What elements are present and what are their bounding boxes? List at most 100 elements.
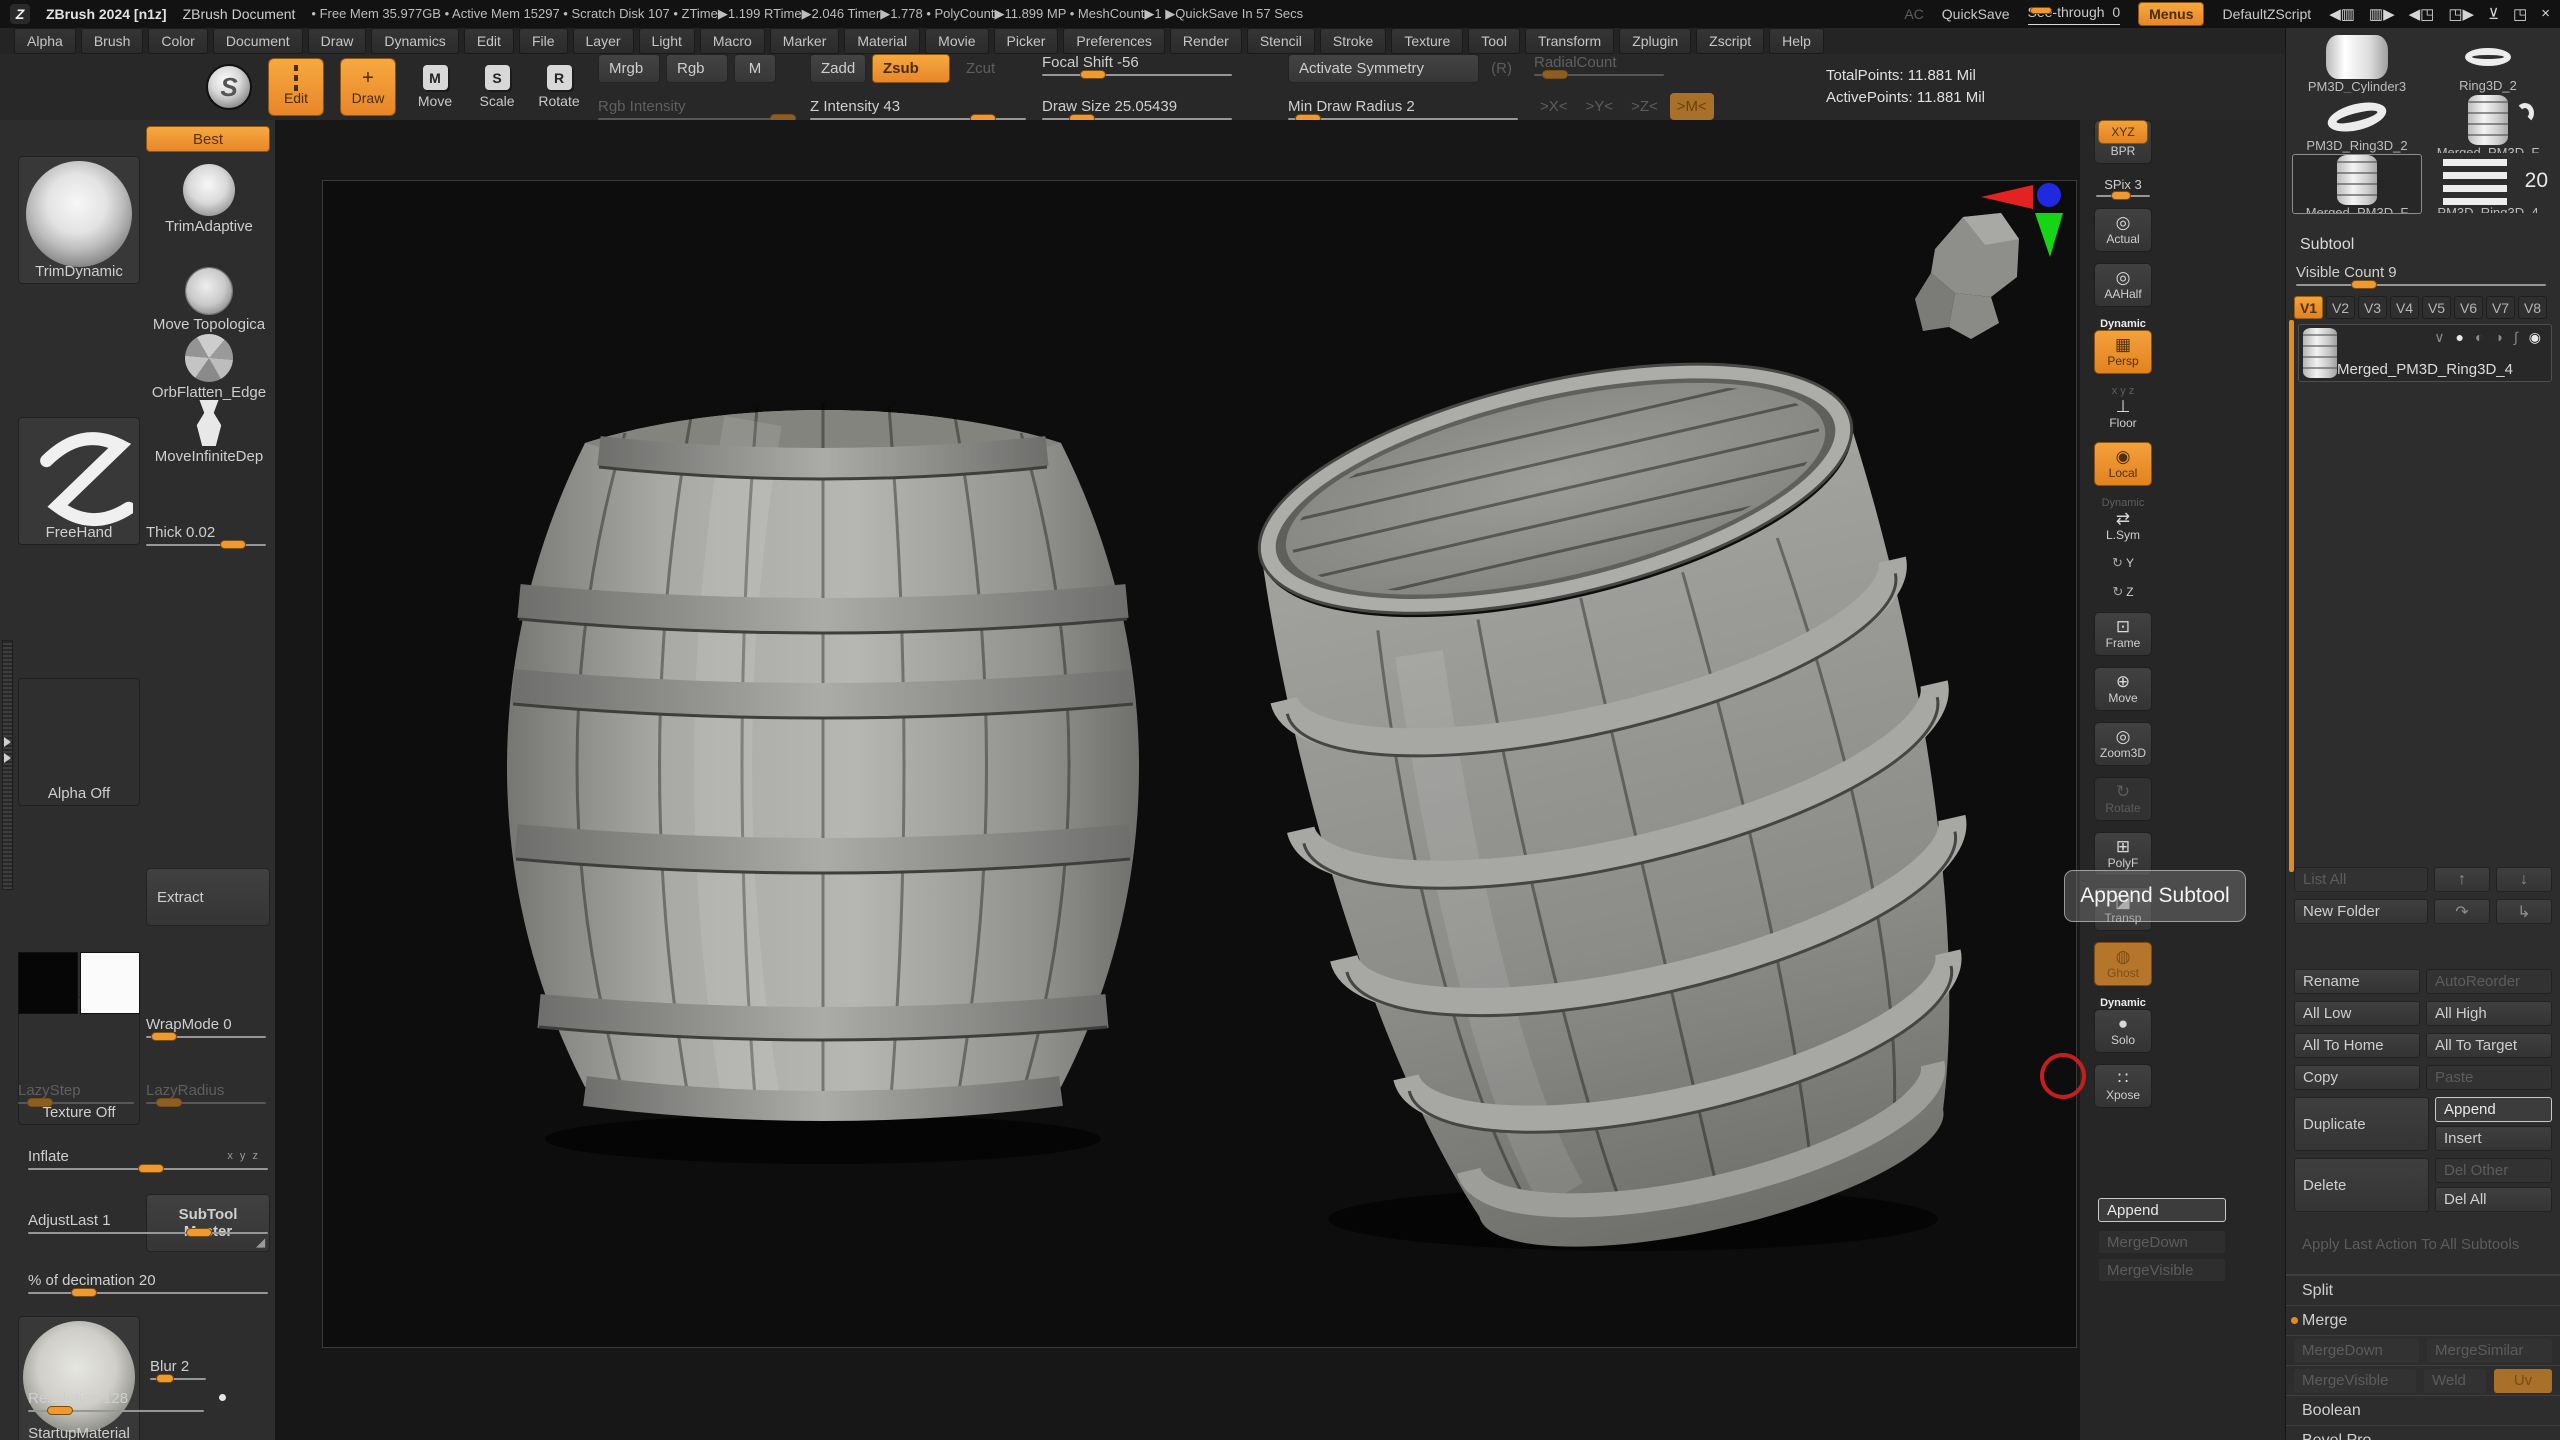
menu-item[interactable]: Marker [770,28,840,54]
menu-item[interactable]: Document [213,28,303,54]
dock-right-icon[interactable]: ◳▶ [2448,5,2474,23]
z-intensity-slider[interactable]: Z Intensity 43 [810,98,1026,120]
menu-item[interactable]: Picker [994,28,1059,54]
dock-left-icon[interactable]: ◀◳ [2409,5,2435,23]
brush-trim-dynamic[interactable]: TrimDynamic [18,156,140,284]
viewport-canvas[interactable] [275,120,2080,1440]
subtool-visibility-tab[interactable]: V6 [2454,296,2483,319]
menu-item[interactable]: Stencil [1247,28,1315,54]
auto-reorder-button[interactable]: AutoReorder [2426,969,2552,994]
move-button[interactable]: M Move [412,65,458,109]
move-up-button[interactable]: ↑ [2434,867,2490,892]
lazy-step-slider[interactable]: LazyStep [18,1082,134,1104]
menu-item[interactable]: Draw [308,28,367,54]
uv-button[interactable]: Uv [2494,1369,2552,1393]
see-through-slider[interactable]: See-through 0 [2028,4,2121,25]
radial-count-slider[interactable]: RadialCount [1534,54,1664,76]
merge-visible-button[interactable]: MergeVisible [2294,1369,2416,1393]
visible-count-slider[interactable]: Visible Count 9 [2296,264,2546,286]
move-into-button[interactable]: ↳ [2496,899,2552,924]
shelf-button[interactable]: Dynamic ▦ Persp [2094,318,2152,374]
close-icon[interactable]: × [2541,5,2550,23]
menu-item[interactable]: Light [639,28,695,54]
collapse-right-icon[interactable]: ▥▶ [2369,5,2395,23]
edit-button[interactable]: Edit [268,58,324,116]
tool-thumbnail[interactable]: PM3D_Ring3D_2 [2292,94,2422,154]
menu-item[interactable]: Layer [573,28,634,54]
tool-thumbnail[interactable]: Ring3D_2 [2423,34,2553,94]
subtool-visibility-tab[interactable]: V7 [2486,296,2515,319]
tool-thumbnail[interactable]: Merged_PM3D_F [2423,94,2553,154]
apply-last-action-button[interactable]: Apply Last Action To All Subtools [2294,1230,2552,1258]
split-section[interactable]: Split [2286,1275,2560,1305]
resolution-slider[interactable]: Resolution 128 [28,1390,204,1412]
rename-button[interactable]: Rename [2294,969,2420,994]
menu-item[interactable]: Zplugin [1619,28,1691,54]
menu-item[interactable]: Preferences [1063,28,1164,54]
scale-button[interactable]: S Scale [474,65,520,109]
default-zscript-button[interactable]: DefaultZScript [2222,6,2311,22]
merge-visible-flyout-button[interactable]: MergeVisible [2098,1258,2226,1282]
new-folder-button[interactable]: New Folder [2294,899,2428,924]
subtool-scrollbar[interactable] [2289,320,2294,872]
menu-item[interactable]: Render [1170,28,1242,54]
subtool-pin-icon[interactable]: ∨ [2434,329,2444,346]
menu-item[interactable]: Movie [925,28,988,54]
document-area[interactable] [322,180,2077,1348]
move-out-button[interactable]: ↷ [2434,899,2490,924]
insert-button[interactable]: Insert [2435,1126,2552,1151]
alpha-off-selector[interactable]: Alpha Off [18,678,140,806]
secondary-color-swatch[interactable] [80,952,140,1014]
menu-item[interactable]: Dynamics [371,28,458,54]
move-down-button[interactable]: ↓ [2496,867,2552,892]
brush-move-infinite-depth[interactable]: MoveInfiniteDep [146,400,272,465]
append-flyout-button[interactable]: Append [2098,1198,2226,1222]
material-startup[interactable]: StartupMaterial [18,1316,140,1440]
shelf-button[interactable]: ↻ Rotate [2094,777,2152,821]
subtool-visibility-tab[interactable]: V4 [2390,296,2419,319]
shelf-button[interactable]: Dynamic ⇄ L.Sym [2094,497,2152,543]
subtool-visibility-tab[interactable]: V2 [2326,296,2355,319]
rgb-button[interactable]: Rgb [666,54,728,83]
dynamesh-blur-slider[interactable]: Blur 2 [150,1358,206,1380]
paste-button[interactable]: Paste [2426,1065,2552,1090]
shelf-button[interactable]: ↻ Z [2094,583,2152,601]
weld-button[interactable]: Weld [2424,1369,2486,1393]
all-to-home-button[interactable]: All To Home [2294,1033,2420,1058]
menu-item[interactable]: Help [1769,28,1824,54]
rotate-button[interactable]: R Rotate [536,65,582,109]
all-high-button[interactable]: All High [2426,1001,2552,1026]
y-symmetry-button[interactable]: >Y< [1580,98,1620,115]
brush-move-topological[interactable]: Move Topologica [146,268,272,333]
restore-icon[interactable]: ◳ [2513,5,2527,23]
draw-button[interactable]: + Draw [340,58,396,116]
lazy-radius-slider[interactable]: LazyRadius [146,1082,266,1104]
decimation-slider[interactable]: % of decimation 20 [28,1272,268,1294]
shelf-button[interactable]: ◎ Zoom3D [2094,722,2152,766]
main-color-swatch[interactable] [18,952,78,1014]
subtool-list-item[interactable]: ∨ ● ◐ ◑ ∫ ◉ Merged_PM3D_Ring3D_4 [2298,324,2552,382]
menu-item[interactable]: Macro [700,28,765,54]
menu-item[interactable]: Color [148,28,207,54]
menu-item[interactable]: Alpha [14,28,76,54]
delete-subtool-button[interactable]: Delete [2294,1158,2429,1212]
tool-thumbnail[interactable]: Merged_PM3D_F [2292,154,2422,214]
all-to-target-button[interactable]: All To Target [2426,1033,2552,1058]
visibility-eye-icon[interactable]: ◉ [2529,329,2541,346]
draw-size-slider[interactable]: Draw Size 25.05439 Dynamic [1042,98,1232,120]
spix-slider[interactable] [2096,195,2150,197]
rgb-intensity-slider[interactable]: Rgb Intensity [598,98,794,120]
m-button[interactable]: M [734,54,776,83]
zsub-button[interactable]: Zsub [872,54,950,83]
menu-item[interactable]: Brush [81,28,144,54]
shelf-button[interactable]: ◎ Actual [2094,208,2152,252]
activate-symmetry-button[interactable]: Activate Symmetry [1288,54,1479,83]
append-button[interactable]: Append [2435,1097,2552,1122]
del-other-button[interactable]: Del Other [2435,1158,2552,1183]
merge-section[interactable]: Merge [2286,1305,2560,1335]
brush-visibility-icon[interactable]: ∫ [2514,329,2518,346]
polypaint-icon[interactable]: ● [2456,329,2464,346]
shelf-button[interactable]: ◉ Local [2094,442,2152,486]
merge-down-button[interactable]: MergeDown [2294,1339,2419,1363]
merge-similar-button[interactable]: MergeSimilar [2427,1339,2552,1363]
